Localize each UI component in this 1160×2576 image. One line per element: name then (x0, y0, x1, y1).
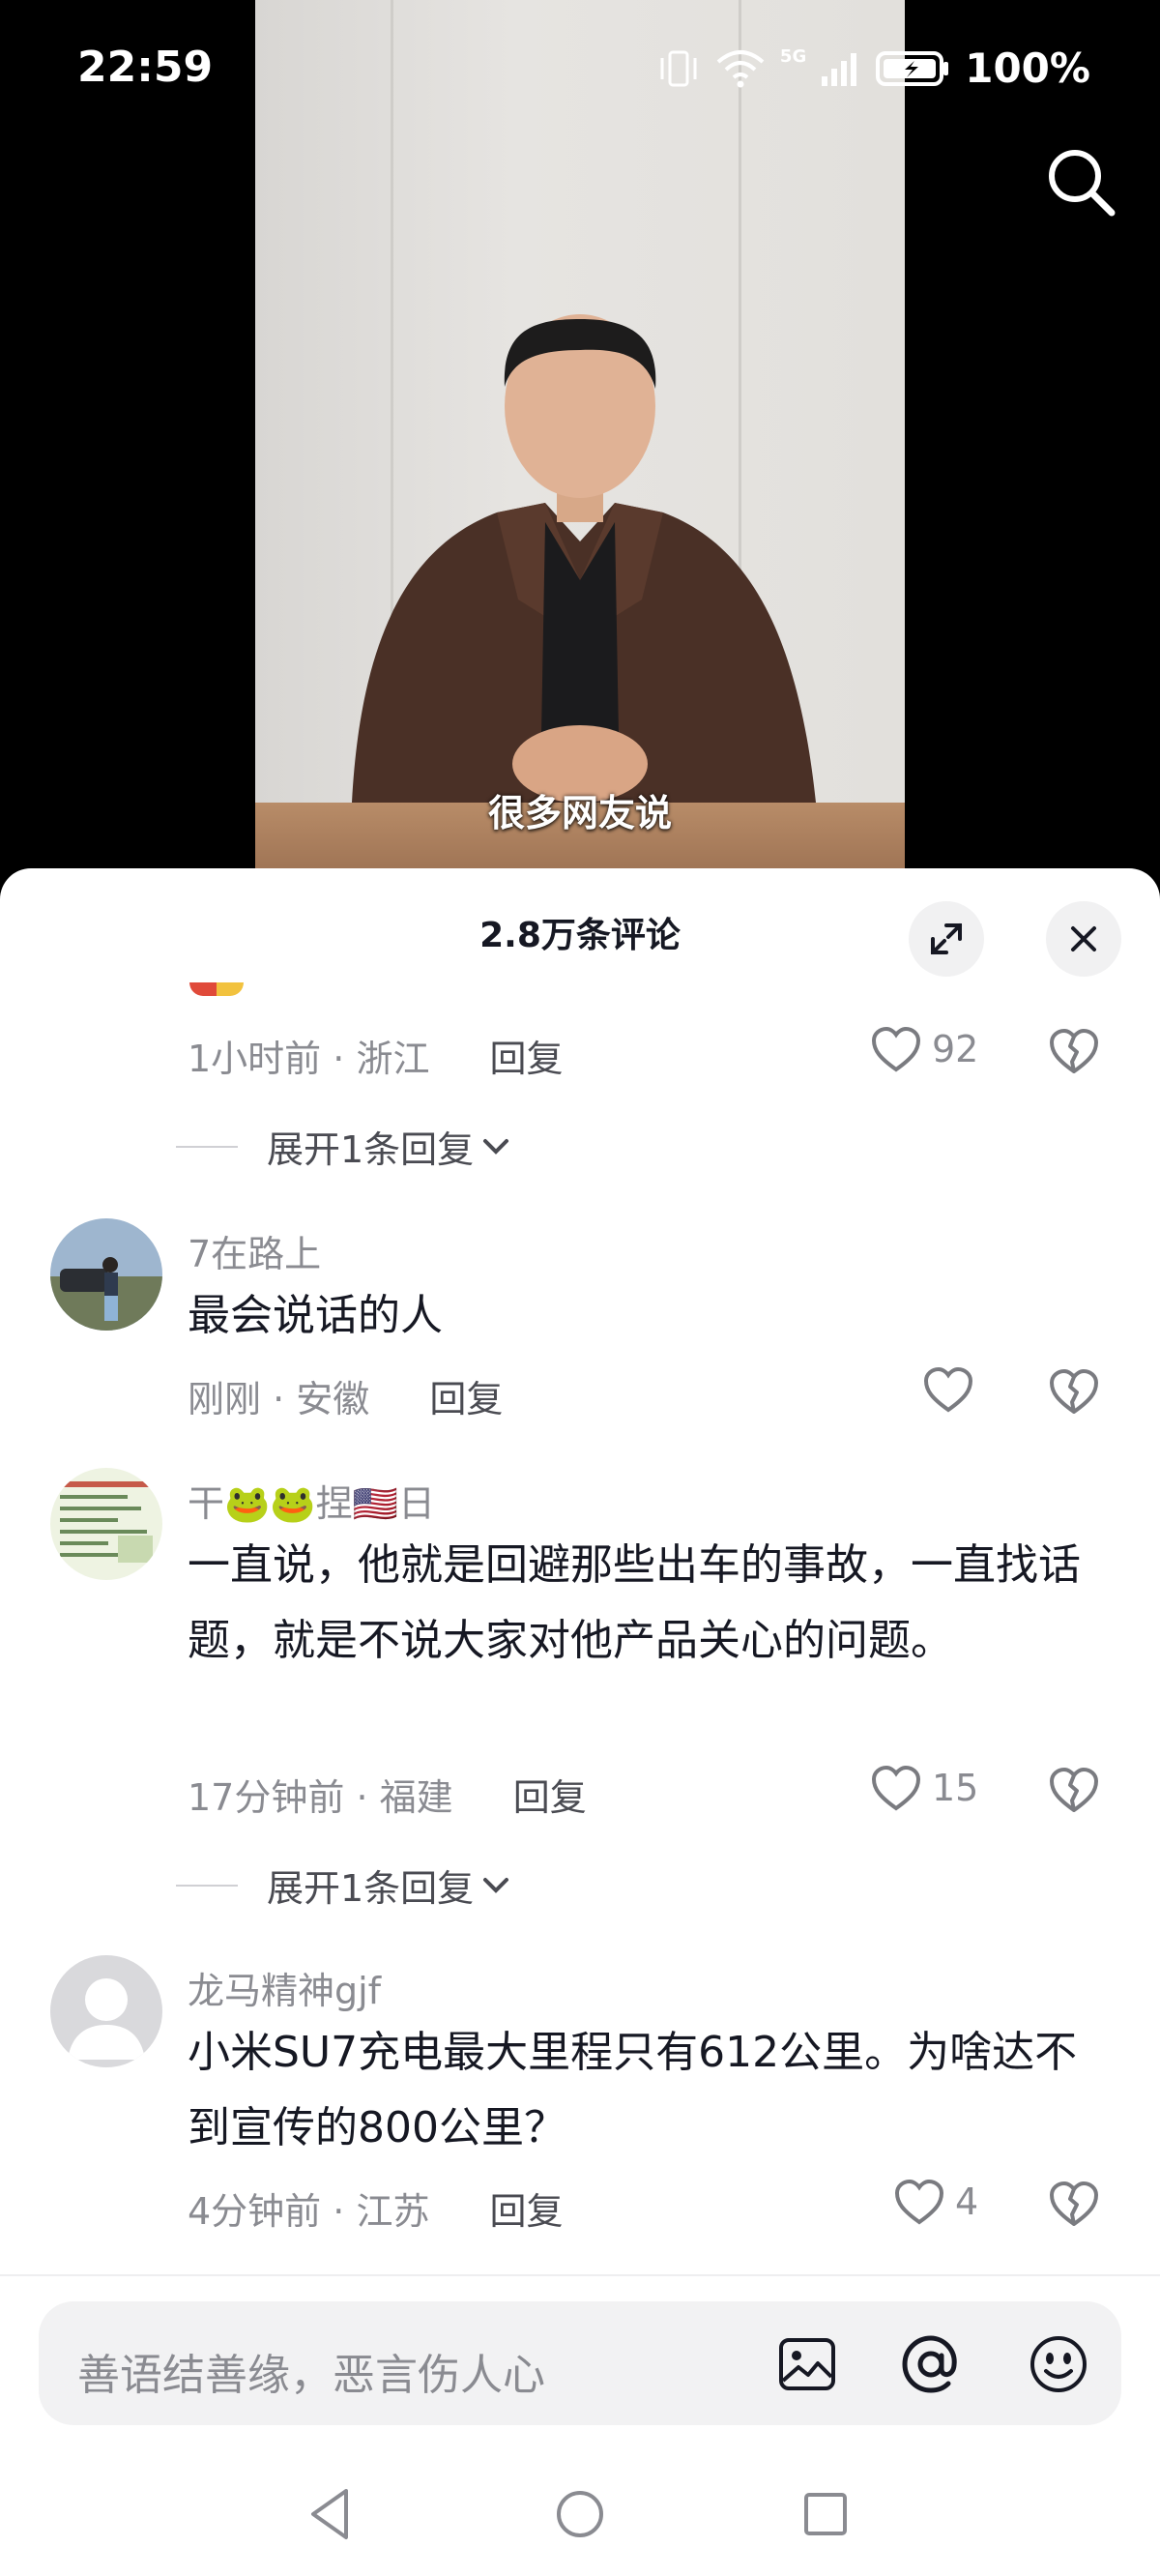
divider-dash (176, 1884, 238, 1887)
nav-back-icon[interactable] (302, 2483, 363, 2545)
input-divider (0, 2274, 1160, 2276)
like-count: 15 (932, 1767, 979, 1809)
comment-time: 17分钟前 (188, 1776, 345, 1819)
comment-meta: 17分钟前 · 福建 回复 (188, 1776, 587, 1819)
network-type: 5G (779, 46, 807, 67)
expand-replies-label: 展开1条回复 (267, 1867, 475, 1910)
divider-dash (176, 1145, 238, 1148)
comment-location: 江苏 (356, 2190, 430, 2233)
nav-recents-icon[interactable] (795, 2483, 856, 2545)
status-time: 22:59 (77, 43, 214, 92)
expand-icon (931, 923, 962, 954)
avatar[interactable] (50, 1468, 162, 1580)
like-count: 4 (955, 2181, 979, 2223)
battery-level: 100% (965, 44, 1090, 92)
close-icon (1071, 926, 1096, 951)
comment-meta: 4分钟前 · 江苏 回复 (188, 2190, 564, 2233)
heart-icon (871, 1026, 921, 1072)
broken-heart-icon[interactable] (1048, 1365, 1100, 1418)
comment-username[interactable]: 干🐸🐸捏🇺🇸日 (188, 1474, 435, 1527)
vibrate-icon (660, 50, 697, 86)
comment-username[interactable]: 7在路上 (188, 1224, 321, 1277)
comment-text: 小米SU7充电最大里程只有612公里。为啥达不到宣传的800公里？ (188, 2028, 1078, 2152)
status-icons: 5G 100% (656, 44, 1090, 92)
heart-icon (923, 1366, 973, 1413)
at-icon[interactable] (899, 2332, 963, 2396)
comment-text: 最会说话的人 (188, 1291, 443, 1340)
comments-header: 2.8万条评论 (0, 868, 1160, 994)
comment-input[interactable]: 善语结善缘，恶言伤人心 (39, 2301, 1121, 2425)
status-bar: 22:59 5G 100% (0, 0, 1160, 135)
broken-heart-icon[interactable] (1048, 2178, 1100, 2230)
chevron-down-icon (483, 1877, 509, 1893)
comments-count-title: 2.8万条评论 (479, 916, 681, 955)
signal-icon (822, 52, 857, 86)
avatar[interactable] (50, 1218, 162, 1331)
reply-button[interactable]: 回复 (429, 1378, 503, 1420)
expand-replies-label: 展开1条回复 (267, 1128, 475, 1171)
like-button[interactable]: 15 (870, 1764, 978, 1812)
broken-heart-icon[interactable] (1048, 1764, 1100, 1816)
avatar[interactable] (50, 1955, 162, 2067)
broken-heart-icon[interactable] (1048, 1025, 1100, 1077)
like-count: 92 (932, 1028, 979, 1070)
comment-input-placeholder[interactable]: 善语结善缘，恶言伤人心 (77, 2340, 545, 2402)
comment-time: 刚刚 (188, 1378, 262, 1420)
wifi-icon (716, 49, 765, 87)
expand-replies-button[interactable]: 展开1条回复 (176, 1859, 512, 1912)
comment-username[interactable]: 龙马精神gjf (188, 1961, 381, 2014)
comment-time: 1小时前 (188, 1038, 322, 1080)
truncated-emoji (189, 982, 244, 996)
image-icon[interactable] (775, 2332, 839, 2396)
comment-location: 福建 (379, 1776, 453, 1819)
comment-meta: 刚刚 · 安徽 回复 (188, 1378, 504, 1420)
comment-meta: 1小时前 · 浙江 回复 (188, 1038, 564, 1080)
battery-icon (876, 50, 949, 86)
heart-icon (871, 1765, 921, 1811)
comment-location: 浙江 (356, 1038, 430, 1080)
search-icon[interactable] (1044, 145, 1117, 219)
heart-icon (894, 2179, 944, 2225)
emoji-icon[interactable] (1027, 2332, 1090, 2396)
comment-text: 一直说，他就是回避那些出车的事故，一直找话题，就是不说大家对他产品关心的问题。 (188, 1540, 1081, 1665)
reply-button[interactable]: 回复 (490, 2190, 564, 2233)
expand-replies-button[interactable]: 展开1条回复 (176, 1120, 512, 1173)
like-button[interactable]: 92 (870, 1025, 978, 1073)
like-button[interactable] (922, 1365, 984, 1414)
close-button[interactable] (1046, 901, 1121, 977)
comment-time: 4分钟前 (188, 2190, 322, 2233)
nav-home-icon[interactable] (549, 2483, 611, 2545)
expand-button[interactable] (909, 901, 984, 977)
reply-button[interactable]: 回复 (490, 1038, 564, 1080)
comment-location: 安徽 (296, 1378, 370, 1420)
like-button[interactable]: 4 (893, 2178, 978, 2226)
chevron-down-icon (483, 1138, 509, 1155)
video-subtitle: 很多网友说 (487, 792, 672, 834)
reply-button[interactable]: 回复 (513, 1776, 587, 1819)
